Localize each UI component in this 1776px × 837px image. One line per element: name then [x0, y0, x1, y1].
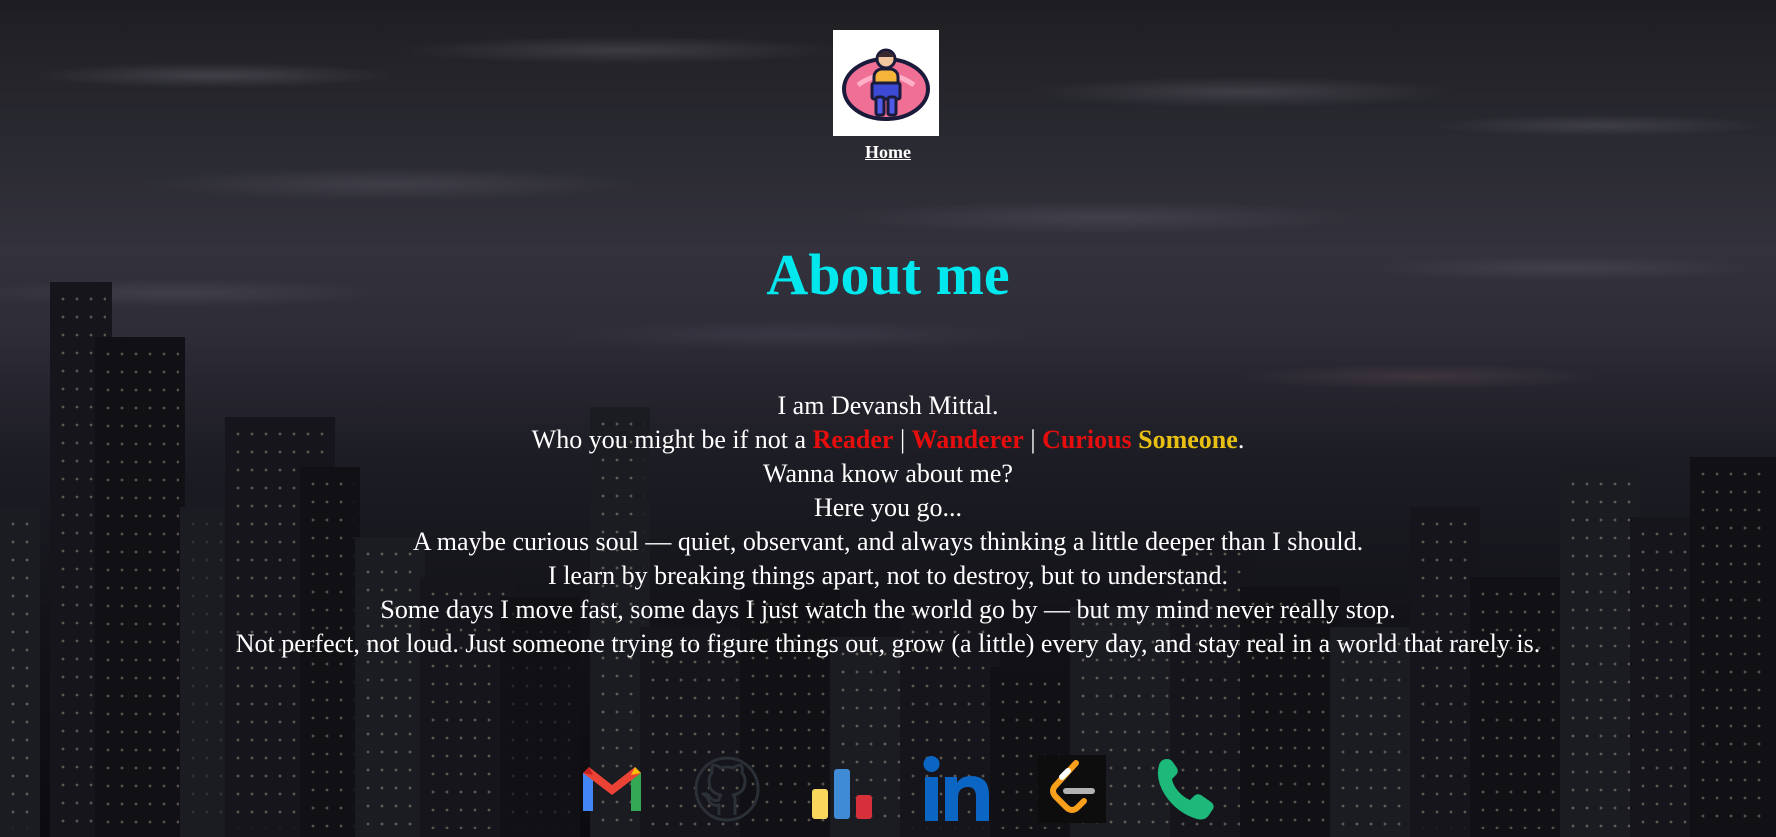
role-someone: Someone [1138, 425, 1238, 454]
home-link[interactable]: Home [0, 142, 1776, 163]
phone-link[interactable] [1153, 755, 1221, 823]
leetcode-link[interactable] [1038, 755, 1106, 823]
linkedin-link[interactable] [923, 755, 991, 823]
stats-link[interactable] [808, 755, 876, 823]
about-line: A maybe curious soul — quiet, observant,… [412, 527, 1364, 556]
phone-icon [1157, 759, 1214, 820]
linkedin-icon [923, 756, 989, 821]
leetcode-icon [1038, 755, 1106, 823]
role-reader: Reader [812, 425, 894, 454]
gmail-link[interactable] [578, 755, 646, 823]
github-link[interactable] [693, 755, 761, 823]
github-icon [694, 756, 760, 822]
roles-prefix: Who you might be if not a [531, 425, 813, 454]
about-line: I am Devansh Mittal. [777, 391, 999, 420]
about-line: I learn by breaking things apart, not to… [548, 561, 1228, 590]
role-separator: | [1023, 425, 1043, 454]
role-wanderer: Wanderer [911, 425, 1024, 454]
page-title: About me [766, 242, 1010, 307]
about-roles-line: Who you might be if not a Reader | Wande… [0, 423, 1776, 457]
role-separator: | [893, 425, 912, 454]
gmail-icon [583, 767, 641, 811]
roles-suffix: . [1237, 425, 1245, 454]
about-text: I am Devansh Mittal. Who you might be if… [0, 389, 1776, 661]
person-on-beanbag-with-laptop-icon [842, 48, 930, 121]
bar-chart-icon [812, 769, 872, 819]
about-line: Wanna know about me? [763, 459, 1013, 488]
social-links [578, 755, 1221, 823]
about-line: Some days I move fast, some days I just … [380, 595, 1396, 624]
role-curious: Curious [1042, 425, 1132, 454]
about-line: Not perfect, not loud. Just someone tryi… [235, 629, 1541, 658]
about-line: Here you go... [813, 493, 962, 522]
site-logo[interactable] [833, 30, 939, 136]
